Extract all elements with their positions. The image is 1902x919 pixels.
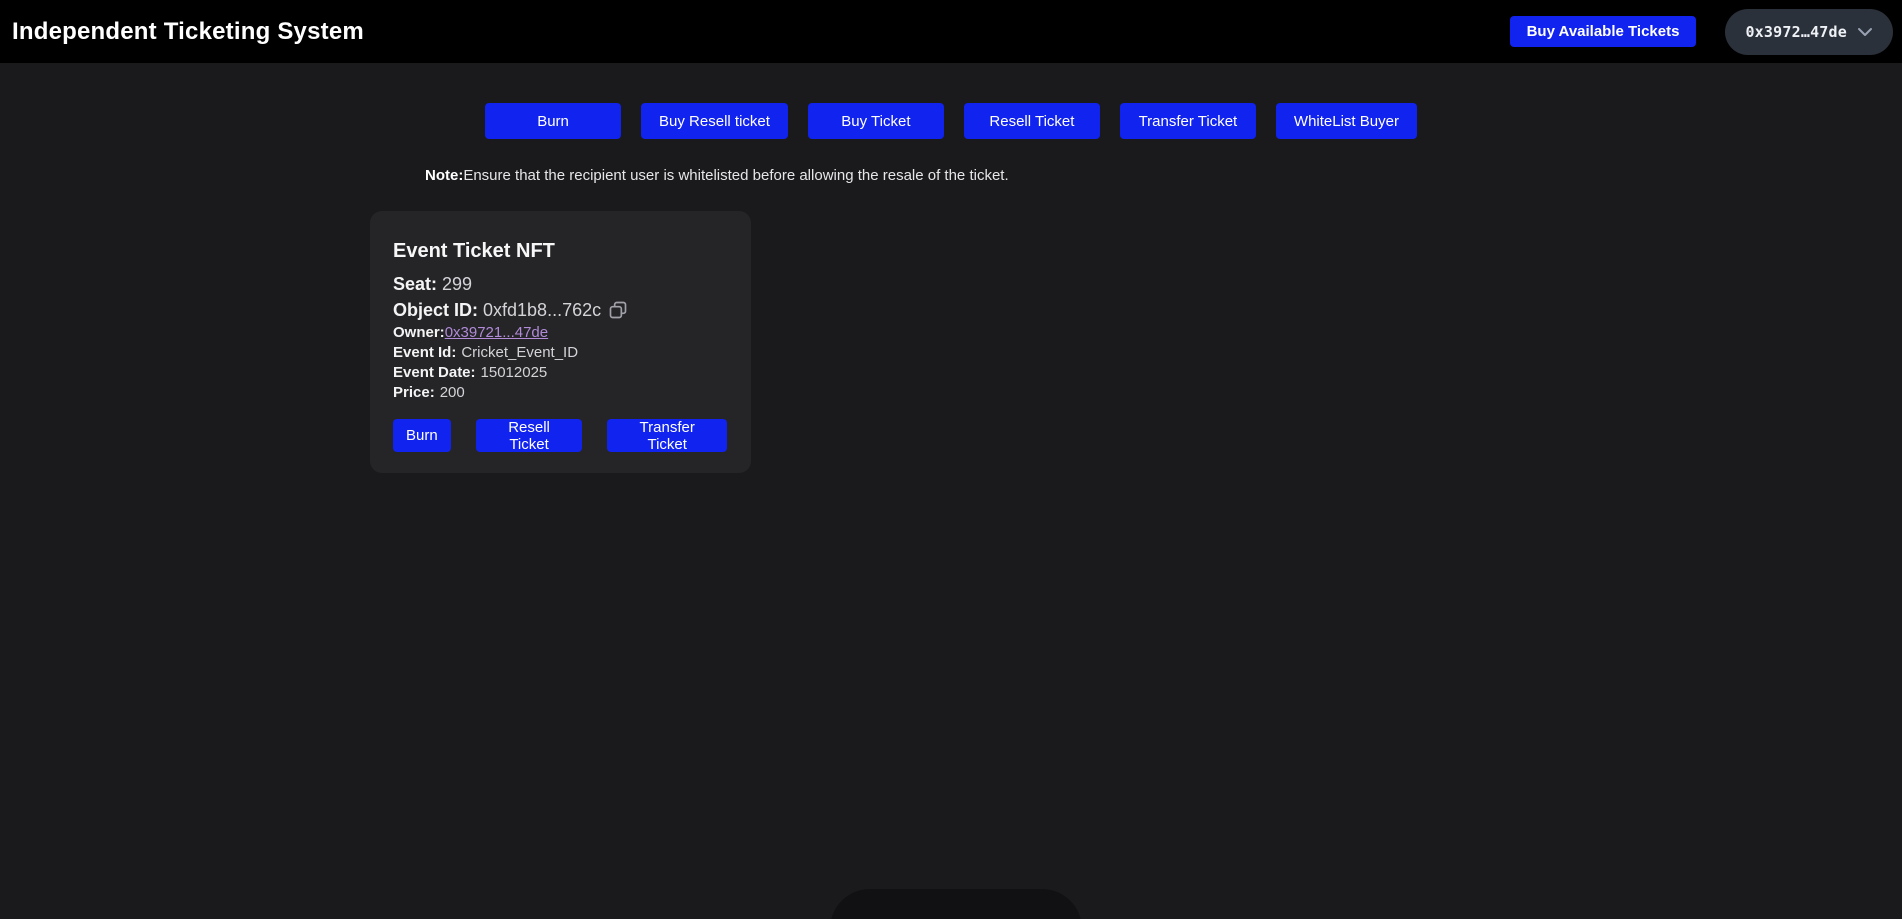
event-id-value: Cricket_Event_ID xyxy=(461,344,578,361)
nav-button-buy-ticket[interactable]: Buy Ticket xyxy=(808,103,944,139)
buy-available-tickets-button[interactable]: Buy Available Tickets xyxy=(1510,16,1697,47)
object-id-value: 0xfd1b8...762c xyxy=(483,300,601,320)
owner-row: Owner:0x39721...47de xyxy=(393,323,727,343)
nav-button-buy-resell[interactable]: Buy Resell ticket xyxy=(641,103,788,139)
price-value: 200 xyxy=(440,384,465,401)
bottom-sheet-edge xyxy=(830,889,1082,919)
card-burn-button[interactable]: Burn xyxy=(393,419,451,452)
owner-address-link[interactable]: 0x39721...47de xyxy=(445,324,548,341)
wallet-account-button[interactable]: 0x3972…47de xyxy=(1725,9,1893,55)
wallet-address-label: 0x3972…47de xyxy=(1745,23,1847,41)
header-actions: Buy Available Tickets 0x3972…47de xyxy=(1510,9,1893,55)
page-title: Independent Ticketing System xyxy=(12,18,364,46)
seat-value: 299 xyxy=(442,274,472,294)
nav-button-transfer-ticket[interactable]: Transfer Ticket xyxy=(1120,103,1256,139)
page: Independent Ticketing System Buy Availab… xyxy=(0,0,1902,919)
note-label: Note: xyxy=(425,167,463,184)
seat-label: Seat: xyxy=(393,274,437,294)
price-row: Price: 200 xyxy=(393,383,727,403)
nav-button-whitelist-buyer[interactable]: WhiteList Buyer xyxy=(1276,103,1417,139)
seat-row: Seat:299 xyxy=(393,271,727,297)
note-text: Ensure that the recipient user is whitel… xyxy=(463,167,1008,184)
chevron-down-icon xyxy=(1857,27,1873,37)
app-header: Independent Ticketing System Buy Availab… xyxy=(0,0,1902,63)
card-transfer-button[interactable]: Transfer Ticket xyxy=(607,419,727,452)
nav-button-resell-ticket[interactable]: Resell Ticket xyxy=(964,103,1100,139)
event-date-row: Event Date: 15012025 xyxy=(393,363,727,383)
card-resell-button[interactable]: Resell Ticket xyxy=(476,419,583,452)
action-nav: Burn Buy Resell ticket Buy Ticket Resell… xyxy=(0,103,1902,139)
event-id-row: Event Id: Cricket_Event_ID xyxy=(393,343,727,363)
ticket-card-actions: Burn Resell Ticket Transfer Ticket xyxy=(393,419,727,452)
event-ticket-card: Event Ticket NFT Seat:299 Object ID:0xfd… xyxy=(370,211,751,473)
ticket-card-title: Event Ticket NFT xyxy=(393,237,727,265)
copy-icon[interactable] xyxy=(608,300,628,323)
owner-label: Owner: xyxy=(393,324,445,341)
whitelist-note: Note:Ensure that the recipient user is w… xyxy=(425,166,1009,186)
nav-button-burn[interactable]: Burn xyxy=(485,103,621,139)
object-id-row: Object ID:0xfd1b8...762c xyxy=(393,297,727,323)
event-date-label: Event Date: xyxy=(393,364,476,381)
event-id-label: Event Id: xyxy=(393,344,456,361)
price-label: Price: xyxy=(393,384,435,401)
object-id-label: Object ID: xyxy=(393,300,478,320)
event-date-value: 15012025 xyxy=(481,364,548,381)
